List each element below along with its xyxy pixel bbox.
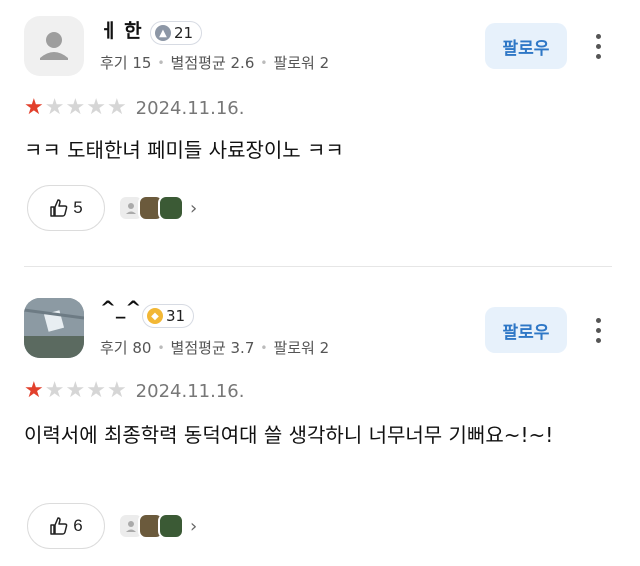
default-avatar-icon [126,203,136,214]
review-date: 2024.11.16. [135,380,245,402]
like-count: 5 [73,198,83,217]
avatar[interactable] [24,298,84,358]
reviewer-stats: 후기 80 • 별점평균 3.7 • 팔로워 2 [100,337,329,358]
review-text: ㅋㅋ 도태한녀 페미들 사료장이노 ㅋㅋ [24,138,344,162]
separator-dot: • [260,340,268,355]
star-empty-icon: ★ [86,95,106,120]
liker-avatar [158,513,184,539]
reviewer-nickname[interactable]: ㅔ 한 [100,16,142,43]
thumbs-up-icon [50,517,68,535]
star-empty-icon: ★ [65,95,86,120]
star-filled-icon: ★ [24,378,44,403]
review-card: ^_^ ◆ 31 후기 80 • 별점평균 3.7 • 팔로워 2 팔로우 ★ … [0,267,640,566]
like-button[interactable]: 6 [27,503,105,549]
follow-button[interactable]: 팔로우 [485,23,567,69]
level-badge: ◆ 31 [142,304,195,328]
star-rating: ★ ★ ★ ★ ★ 2024.11.16. [24,96,244,120]
separator-dot: • [157,340,165,355]
star-empty-icon: ★ [44,95,65,120]
level-icon: ◆ [147,308,163,324]
default-avatar-icon [126,521,136,532]
review-text: 이력서에 최종학력 동덕여대 쓸 생각하니 너무너무 기뻐요~!~! [24,423,554,447]
level-number: 21 [174,24,194,42]
default-avatar-icon [40,32,68,60]
star-empty-icon: ★ [106,95,127,120]
star-filled-icon: ★ [24,95,44,120]
star-empty-icon: ★ [86,378,106,403]
review-date: 2024.11.16. [135,97,245,119]
star-empty-icon: ★ [44,378,65,403]
separator-dot: • [157,55,165,70]
like-button[interactable]: 5 [27,185,105,231]
reviewer-stats: 후기 15 • 별점평균 2.6 • 팔로워 2 [100,52,329,73]
chevron-right-icon: › [190,197,198,219]
review-card: ㅔ 한 ▲ 21 후기 15 • 별점평균 2.6 • 팔로워 2 팔로우 ★ … [0,0,640,266]
likers-preview[interactable]: › [118,511,197,541]
star-empty-icon: ★ [106,378,127,403]
liker-avatar [158,195,184,221]
follow-button[interactable]: 팔로우 [485,307,567,353]
level-icon: ▲ [155,25,171,41]
review-count: 후기 80 [100,339,152,357]
reviewer-nickname[interactable]: ^_^ [100,297,141,319]
likers-preview[interactable]: › [118,193,197,223]
like-count: 6 [73,516,83,535]
thumbs-up-icon [50,199,68,217]
star-empty-icon: ★ [65,378,86,403]
more-options-icon[interactable] [588,315,608,345]
avatar[interactable] [24,16,84,76]
level-number: 31 [166,307,186,325]
follower-count: 팔로워 2 [273,339,330,357]
profile-photo [24,298,84,358]
more-options-icon[interactable] [588,31,608,61]
level-badge: ▲ 21 [150,21,203,45]
follower-count: 팔로워 2 [273,54,330,72]
star-rating: ★ ★ ★ ★ ★ 2024.11.16. [24,379,244,403]
chevron-right-icon: › [190,515,198,537]
review-count: 후기 15 [100,54,152,72]
average-rating: 별점평균 3.7 [170,339,255,357]
separator-dot: • [260,55,268,70]
average-rating: 별점평균 2.6 [170,54,255,72]
